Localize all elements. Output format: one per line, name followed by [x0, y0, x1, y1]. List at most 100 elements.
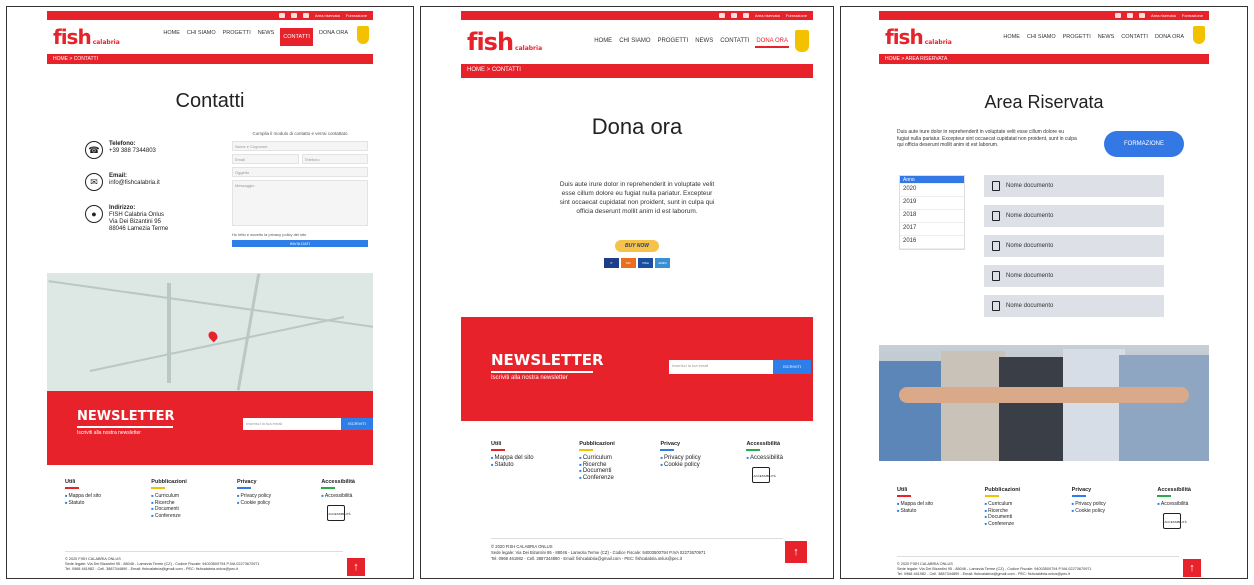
nav-home[interactable]: HOME — [162, 28, 181, 46]
phone-input[interactable]: Telefono — [301, 154, 368, 164]
youtube-icon[interactable] — [742, 13, 749, 18]
footer-link[interactable]: Privacy policy — [660, 455, 701, 462]
nav-chi-siamo[interactable]: CHI SIAMO — [186, 28, 217, 46]
send-button[interactable]: INVIA DATI — [232, 240, 368, 247]
twitter-icon[interactable] — [290, 13, 297, 18]
footer-contacts: Tel. 0968 461982 - Cell. 3887344890 - Em… — [491, 556, 682, 561]
footer: Utili Mappa del sitoStatuto Pubblicazion… — [879, 487, 1209, 529]
footer-link[interactable]: Accessibilità — [746, 455, 783, 462]
footer-col-pubblicazioni: Pubblicazioni CurriculumRicercheDocument… — [579, 441, 615, 483]
region-crest-icon — [1193, 26, 1205, 44]
facebook-icon[interactable] — [1114, 13, 1121, 18]
nav-home[interactable]: HOME — [593, 36, 613, 48]
footer-link[interactable]: Accessibilità — [1157, 501, 1191, 508]
footer-link[interactable]: Mappa del sito — [897, 501, 934, 508]
copyright: © 2020 FISH CALABRIA ONLUS Sede legale: … — [65, 551, 343, 572]
nav-progetti[interactable]: PROGETTI — [657, 36, 690, 48]
privacy-checkbox[interactable]: Ho letto e accetto la privacy policy del… — [232, 232, 368, 237]
page-title: Dona ora — [591, 114, 683, 139]
footer-link[interactable]: Conferenze — [579, 475, 614, 482]
formazione-button[interactable]: FORMAZIONE — [1104, 131, 1184, 157]
twitter-icon[interactable] — [730, 13, 737, 18]
footer-link[interactable]: Cookie policy — [1072, 508, 1106, 515]
nav-dona-ora[interactable]: DONA ORA — [755, 36, 789, 48]
facebook-icon[interactable] — [278, 13, 285, 18]
logo[interactable]: fish calabria — [885, 25, 952, 49]
youtube-icon[interactable] — [1138, 13, 1145, 18]
year-item[interactable]: 2017 — [900, 223, 964, 236]
nav-news[interactable]: NEWS — [257, 28, 276, 46]
top-link-area-riservata[interactable]: Area riservata — [755, 13, 780, 18]
footer-col-privacy: Privacy Privacy policyCookie policy — [236, 479, 272, 521]
facebook-icon[interactable] — [718, 13, 725, 18]
youtube-icon[interactable] — [302, 13, 309, 18]
nav-news[interactable]: NEWS — [694, 36, 714, 48]
accessibility-badge-icon[interactable]: ACCESSIBILITÀ — [327, 504, 351, 521]
top-link-area-riservata[interactable]: Area riservata — [315, 13, 340, 18]
nav-progetti[interactable]: PROGETTI — [1062, 32, 1092, 42]
year-item[interactable]: 2019 — [900, 197, 964, 210]
footer-link[interactable]: Accessibilità — [321, 493, 355, 500]
footer-link[interactable]: Privacy policy — [237, 493, 272, 500]
nav-dona-ora[interactable]: DONA ORA — [1154, 32, 1185, 42]
top-bar: Area riservata Formazione — [47, 11, 373, 20]
scroll-top-button[interactable]: ↑ — [1183, 559, 1201, 577]
newsletter-email-input[interactable]: Inserisci la tua email — [669, 360, 773, 374]
footer-link[interactable]: Curriculum — [579, 455, 614, 462]
document-item[interactable]: Nome documento — [984, 175, 1164, 197]
scroll-top-button[interactable]: ↑ — [347, 558, 365, 576]
document-icon — [992, 181, 1000, 191]
document-item[interactable]: Nome documento — [984, 295, 1164, 317]
nav-chi-siamo[interactable]: CHI SIAMO — [618, 36, 651, 48]
form-hint: Compila il modulo di contatto e verrai c… — [252, 131, 348, 136]
nav-contatti[interactable]: CONTATTI — [719, 36, 750, 48]
top-link-formazione[interactable]: Formazione — [786, 13, 807, 18]
newsletter-email-input[interactable]: Inserisci la tua email — [243, 418, 341, 430]
nav-contatti[interactable]: CONTATTI — [1120, 32, 1149, 42]
logo[interactable]: fish calabria — [467, 28, 542, 56]
footer-link[interactable]: Mappa del sito — [491, 455, 534, 462]
top-link-formazione[interactable]: Formazione — [1182, 13, 1203, 18]
dona-page: Area riservata Formazione fish calabria H… — [461, 11, 813, 578]
nav-home[interactable]: HOME — [1002, 32, 1021, 42]
footer-link[interactable]: Statuto — [65, 500, 101, 507]
footer-link[interactable]: Conferenze — [151, 513, 186, 520]
map-pin-icon[interactable] — [206, 329, 220, 343]
document-item[interactable]: Nome documento — [984, 205, 1164, 227]
footer-link[interactable]: Conferenze — [985, 521, 1020, 528]
email-input[interactable]: Email — [232, 154, 299, 164]
buy-now-button[interactable]: BUY NOW — [615, 240, 659, 252]
nav-contatti[interactable]: CONTATTI — [280, 28, 313, 46]
accessibility-badge-icon[interactable]: ACCESSIBILITÀ — [752, 466, 776, 483]
twitter-icon[interactable] — [1126, 13, 1133, 18]
top-link-formazione[interactable]: Formazione — [346, 13, 367, 18]
map[interactable] — [47, 273, 373, 391]
footer-col-utili: Utili Mappa del sitoStatuto — [897, 487, 933, 529]
accessibility-badge-icon[interactable]: ACCESSIBILITÀ — [1163, 512, 1187, 529]
footer-link[interactable]: Documenti — [579, 468, 614, 475]
name-input[interactable]: Nome e Cognome — [232, 141, 368, 151]
subscribe-button[interactable]: ISCRIVITI — [341, 418, 373, 430]
footer-link[interactable]: Privacy policy — [1072, 501, 1106, 508]
scroll-top-button[interactable]: ↑ — [785, 541, 807, 563]
subscribe-button[interactable]: ISCRIVITI — [773, 360, 811, 374]
nav-progetti[interactable]: PROGETTI — [222, 28, 252, 46]
top-link-area-riservata[interactable]: Area riservata — [1151, 13, 1176, 18]
logo[interactable]: fish calabria — [53, 25, 120, 49]
footer-link[interactable]: Mappa del sito — [65, 493, 102, 500]
subject-input[interactable]: Oggetto — [232, 167, 368, 177]
footer-link[interactable]: Cookie policy — [237, 500, 271, 507]
footer-link[interactable]: Statuto — [897, 508, 933, 515]
year-item[interactable]: 2018 — [900, 210, 964, 223]
year-item[interactable]: 2016 — [900, 236, 964, 249]
footer-link[interactable]: Cookie policy — [660, 462, 700, 469]
nav-news[interactable]: NEWS — [1097, 32, 1116, 42]
footer-link[interactable]: Statuto — [491, 462, 534, 469]
nav-chi-siamo[interactable]: CHI SIAMO — [1026, 32, 1057, 42]
year-item[interactable]: 2020 — [900, 184, 964, 197]
document-item[interactable]: Nome documento — [984, 235, 1164, 257]
message-textarea[interactable]: Messaggio — [232, 180, 368, 226]
nav-dona-ora[interactable]: DONA ORA — [318, 28, 349, 46]
email-value[interactable]: info@fishcalabria.it — [109, 180, 160, 186]
document-item[interactable]: Nome documento — [984, 265, 1164, 287]
